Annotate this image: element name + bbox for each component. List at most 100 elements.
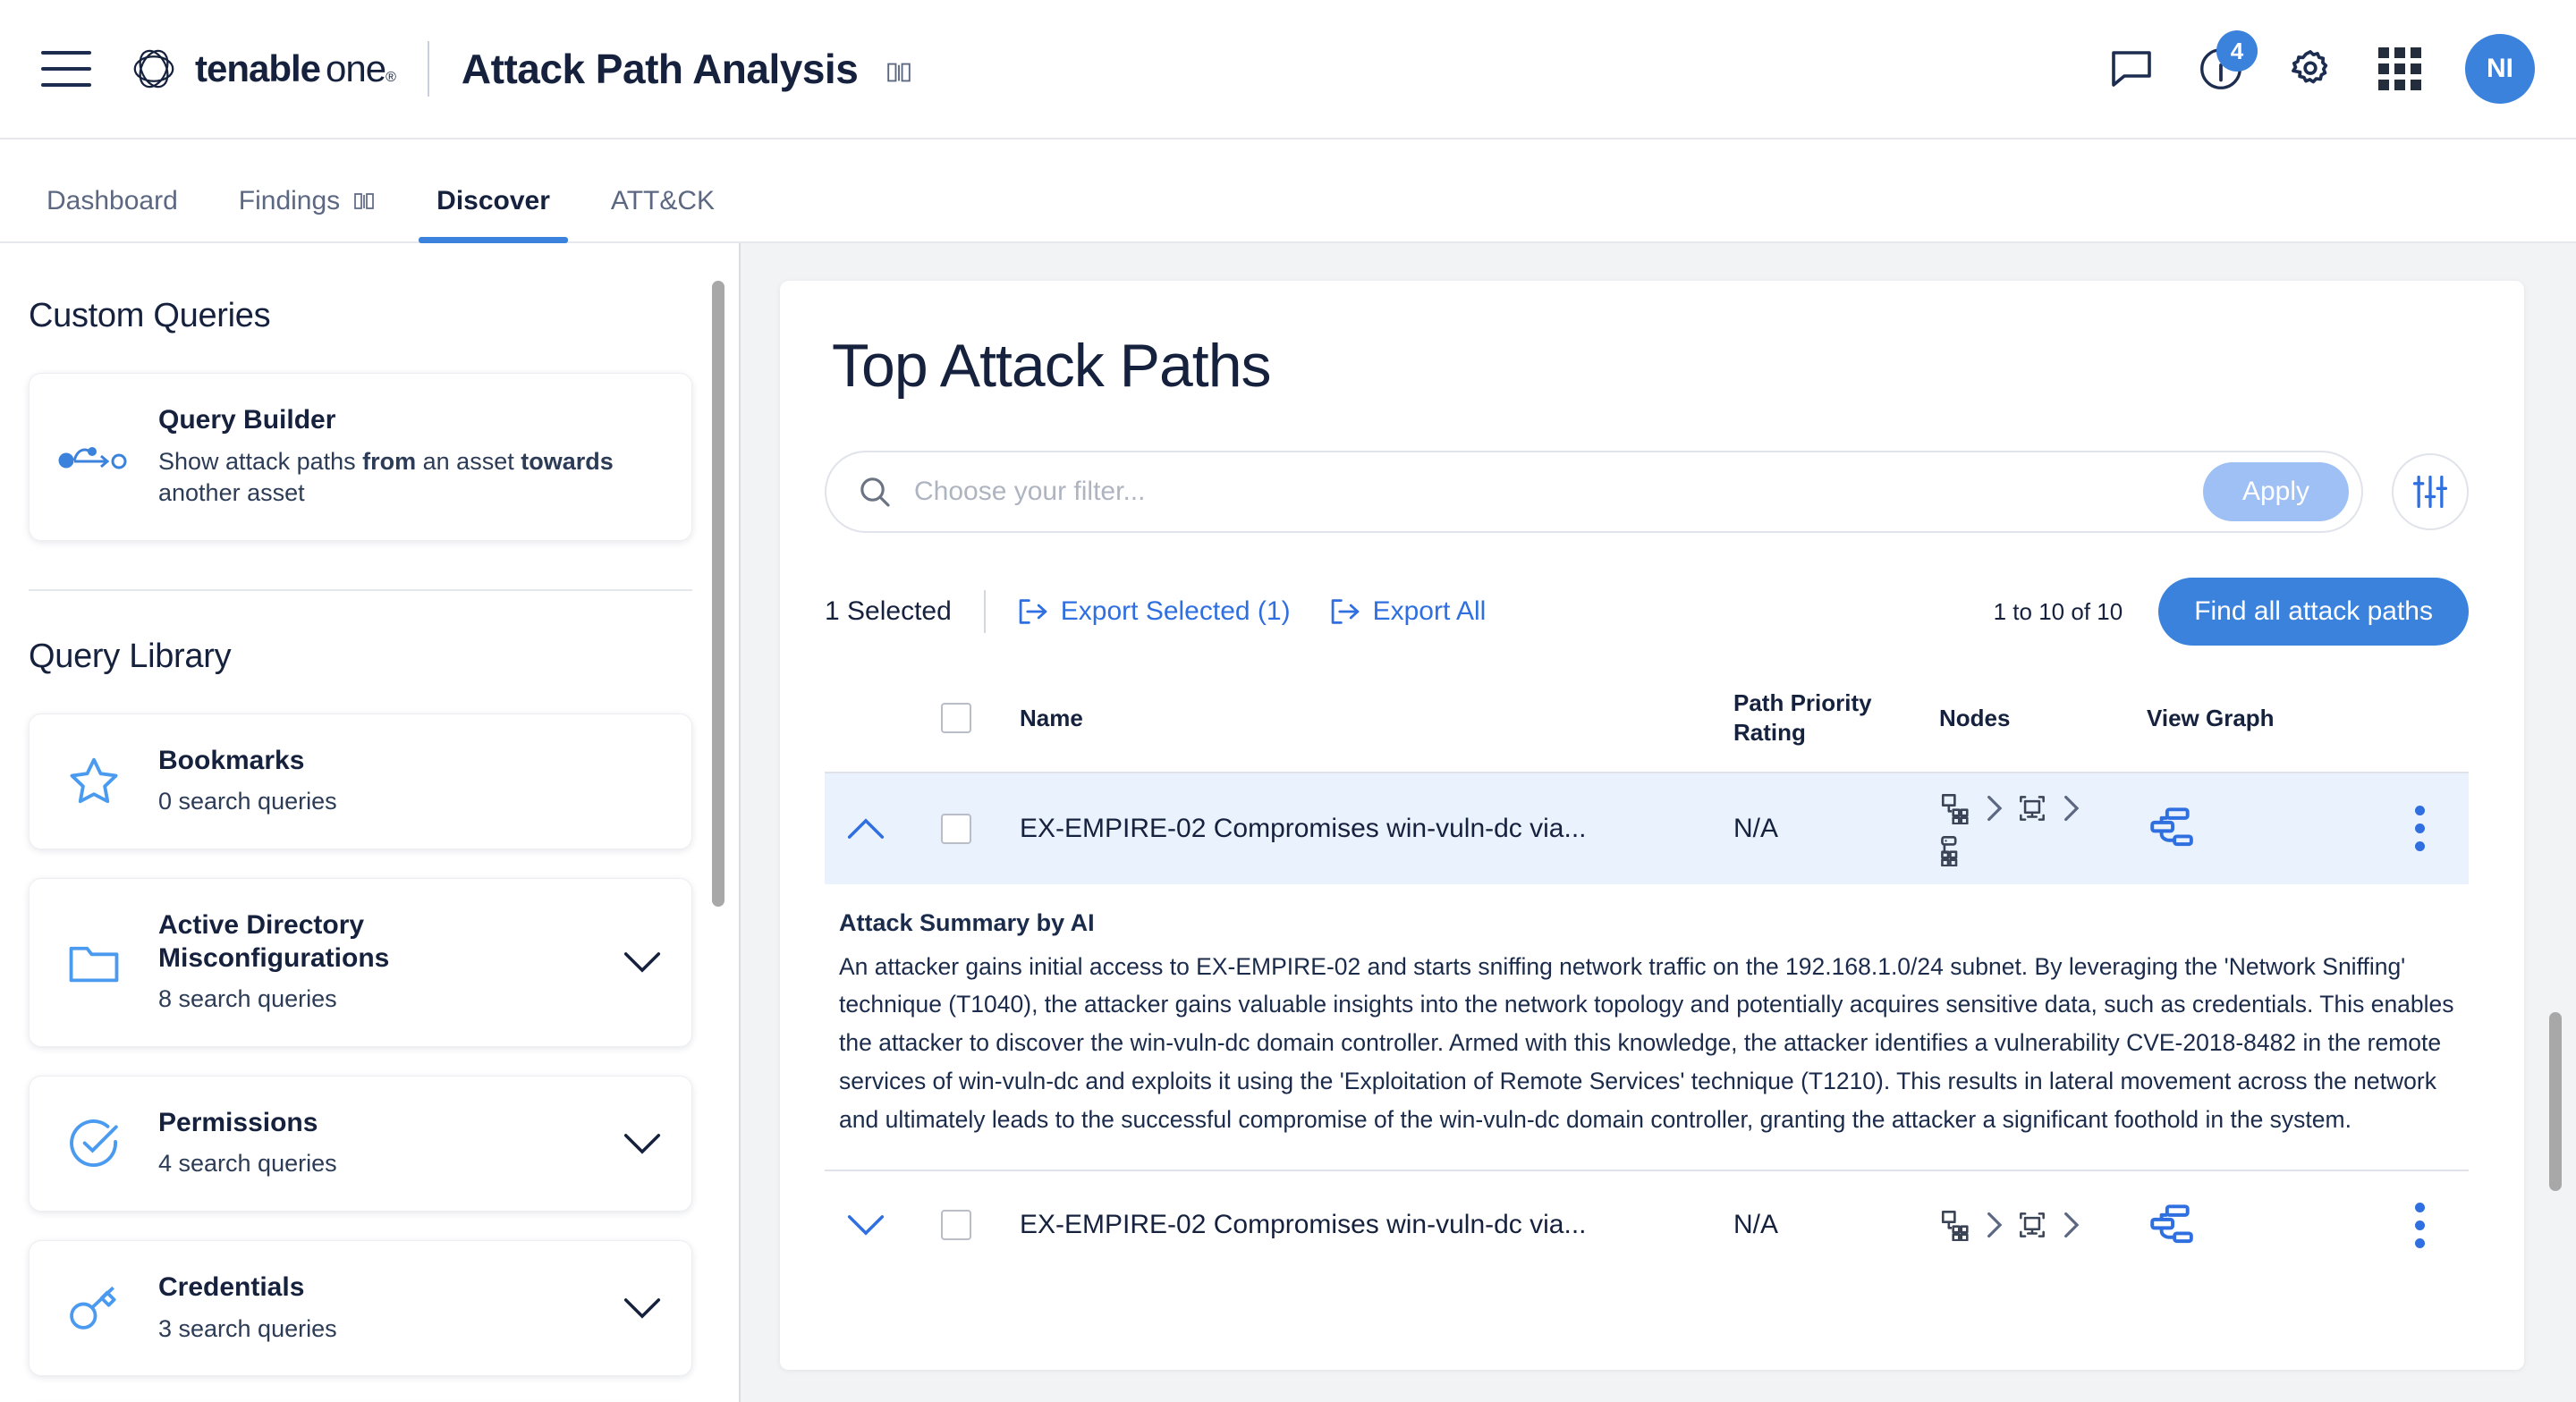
chat-icon[interactable]	[2107, 45, 2156, 93]
row-checkbox[interactable]	[941, 1210, 971, 1241]
page-title-text: Attack Path Analysis	[461, 46, 859, 92]
brand-logo[interactable]: tenable one ®	[127, 42, 396, 96]
apps-grid-icon[interactable]	[2376, 45, 2424, 93]
info-icon[interactable]: 4	[2197, 30, 2258, 93]
search-input[interactable]	[914, 477, 2182, 507]
path-nodes-icon	[56, 437, 131, 477]
qb-desc-from: from	[362, 447, 417, 475]
selected-count: 1 Selected	[825, 596, 952, 626]
tab-findings[interactable]: Findings	[233, 186, 381, 241]
star-icon	[56, 754, 131, 809]
export-selected-label: Export Selected (1)	[1060, 596, 1291, 626]
tab-discover[interactable]: Discover	[419, 186, 568, 243]
query-builder-card[interactable]: Query Builder Show attack paths from an …	[29, 373, 692, 541]
chevron-down-icon[interactable]	[620, 1296, 665, 1321]
panel-bottom-mask	[780, 1343, 2524, 1370]
column-header-nodes: Nodes	[1939, 704, 2011, 731]
hamburger-icon[interactable]	[41, 51, 91, 87]
attack-paths-table: Name Path Priority Rating Nodes View Gra…	[825, 683, 2469, 1279]
select-all-checkbox[interactable]	[941, 703, 971, 734]
custom-queries-heading: Custom Queries	[29, 297, 271, 334]
row-menu-cell	[2370, 1202, 2469, 1248]
row-view-graph[interactable]	[2147, 1201, 2370, 1250]
book-icon[interactable]	[886, 61, 912, 84]
brand-trademark: ®	[386, 70, 396, 85]
export-all-button[interactable]: Export All	[1330, 596, 1487, 627]
qb-desc-pre: Show attack paths	[158, 447, 363, 475]
filter-searchbox[interactable]: Apply	[825, 451, 2363, 533]
server-blocks-icon[interactable]	[1939, 834, 1973, 866]
sidebar-scrollbar-thumb[interactable]	[712, 281, 724, 907]
chevron-down-icon[interactable]	[620, 950, 665, 975]
device-blocks-icon[interactable]	[1939, 1209, 1973, 1242]
row-expand-toggle[interactable]	[825, 1212, 907, 1237]
qb-desc-post: another asset	[158, 479, 305, 507]
chevron-right-icon	[1987, 1212, 2003, 1238]
table-row[interactable]: EX-EMPIRE-02 Compromises win-vuln-dc via…	[825, 1171, 2469, 1279]
query-builder-title: Query Builder	[158, 405, 336, 435]
nodes-line-1	[1939, 1208, 2147, 1242]
chevron-right-icon	[2064, 1212, 2080, 1238]
sidebar-item-count: 3 search queries	[158, 1314, 337, 1342]
query-builder-desc: Show attack paths from an asset towards …	[158, 446, 665, 510]
row-nodes	[1939, 1208, 2147, 1242]
pagination-info: 1 to 10 of 10	[1993, 597, 2123, 625]
folder-icon	[56, 937, 131, 987]
tab-discover-label: Discover	[436, 186, 550, 215]
apply-button[interactable]: Apply	[2202, 462, 2349, 521]
chevron-down-icon	[847, 1215, 885, 1236]
list-item: Bookmarks 0 search queries	[29, 713, 692, 850]
sidebar-scrollbar[interactable]	[712, 261, 724, 1402]
top-bar: tenable one ® Attack Path Analysis 4 NI	[0, 0, 2576, 139]
sidebar-divider	[29, 588, 692, 591]
attack-summary: Attack Summary by AI An attacker gains i…	[825, 884, 2469, 1172]
ppr-line-1: Path Priority	[1733, 689, 1872, 716]
brand-secondary: one	[326, 47, 386, 89]
sidebar-item-credentials[interactable]: Credentials 3 search queries	[29, 1240, 692, 1377]
tab-dashboard[interactable]: Dashboard	[41, 186, 183, 241]
kebab-menu-icon[interactable]	[2414, 1202, 2425, 1248]
find-all-attack-paths-button[interactable]: Find all attack paths	[2158, 578, 2469, 646]
table-row[interactable]: EX-EMPIRE-02 Compromises win-vuln-dc via…	[825, 773, 2469, 884]
list-item: Credentials 3 search queries	[29, 1240, 692, 1377]
tab-attack-label: ATT&CK	[610, 186, 716, 215]
attack-summary-heading: Attack Summary by AI	[839, 908, 1095, 936]
nav-tabs: Dashboard Findings Discover ATT&CK	[0, 139, 2576, 243]
credentials-body: Credentials 3 search queries	[158, 1271, 593, 1345]
chevron-down-icon[interactable]	[620, 1131, 665, 1156]
tab-attack[interactable]: ATT&CK	[606, 186, 720, 241]
row-expand-toggle[interactable]	[825, 816, 907, 841]
row-name: EX-EMPIRE-02 Compromises win-vuln-dc via…	[1020, 813, 1587, 843]
export-selected-button[interactable]: Export Selected (1)	[1018, 596, 1291, 627]
sidebar-item-label: Permissions	[158, 1107, 318, 1137]
table-scrollbar-thumb[interactable]	[2549, 1012, 2562, 1191]
target-monitor-icon[interactable]	[2014, 1208, 2050, 1242]
avatar[interactable]: NI	[2465, 34, 2535, 104]
target-monitor-icon[interactable]	[2014, 791, 2050, 825]
main-content: Top Attack Paths Apply	[741, 243, 2576, 1402]
attack-graph-icon[interactable]	[2147, 1201, 2195, 1246]
column-header-name: Name	[1020, 704, 1083, 731]
body: Custom Queries Query Builder Show attack…	[0, 243, 2576, 1402]
row-nodes	[1939, 791, 2147, 866]
chevron-right-icon	[2064, 795, 2080, 821]
column-header-path-priority-rating: Path Priority Rating	[1733, 688, 1939, 748]
row-view-graph[interactable]	[2147, 804, 2370, 853]
device-blocks-icon[interactable]	[1939, 792, 1973, 824]
sliders-icon[interactable]	[2392, 453, 2469, 530]
export-all-label: Export All	[1372, 596, 1487, 626]
row-checkbox[interactable]	[941, 813, 971, 844]
tab-findings-label: Findings	[238, 186, 341, 215]
sidebar-item-active-directory[interactable]: Active Directory Misconfigurations 8 sea…	[29, 878, 692, 1047]
attack-summary-text: An attacker gains initial access to EX-E…	[839, 952, 2454, 1134]
row-select-cell	[907, 813, 1005, 844]
table-header-row: Name Path Priority Rating Nodes View Gra…	[825, 683, 2469, 773]
gear-icon[interactable]	[2286, 45, 2334, 93]
sidebar-item-permissions[interactable]: Permissions 4 search queries	[29, 1075, 692, 1212]
column-header-view-graph: View Graph	[2147, 704, 2275, 731]
sidebar-item-bookmarks[interactable]: Bookmarks 0 search queries	[29, 713, 692, 850]
kebab-menu-icon[interactable]	[2414, 806, 2425, 852]
ad-body: Active Directory Misconfigurations 8 sea…	[158, 909, 593, 1016]
nodes-wrap	[1939, 791, 2147, 866]
attack-graph-icon[interactable]	[2147, 804, 2195, 849]
